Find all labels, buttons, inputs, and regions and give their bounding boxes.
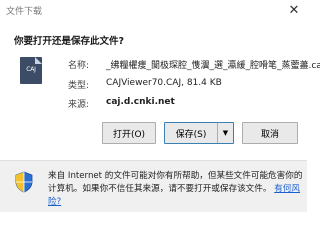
open-button[interactable]: 打开(O) xyxy=(102,122,156,144)
file-type-value: CAJViewer70.CAJ, 81.4 KB xyxy=(106,78,222,88)
name-label: 名称: xyxy=(68,61,90,71)
save-button[interactable]: 保存(S) ▼ xyxy=(164,122,234,144)
download-question: 你要打开还是保存此文件? xyxy=(14,36,125,47)
window-title: 文件下载 xyxy=(6,7,43,17)
file-source-value: caj.d.cnki.net xyxy=(106,97,175,107)
type-label: 类型: xyxy=(68,81,90,91)
cancel-button[interactable]: 取消 xyxy=(242,122,298,144)
security-shield-icon xyxy=(15,171,33,193)
file-name-value: _绋糧欋痩_閬极琛腔_愯瀷_選_瀛緩_腔嗗笔_蒸藌藎.caj xyxy=(106,61,320,71)
security-warning: 来自 Internet 的文件可能对你有所帮助，但某些文件可能危害你的计算机。如… xyxy=(48,170,303,209)
open-button-label: 打开(O) xyxy=(112,129,146,140)
close-button[interactable]: ✕ xyxy=(281,0,307,20)
security-warning-text: 来自 Internet 的文件可能对你有所帮助，但某些文件可能危害你的计算机。如… xyxy=(48,171,303,194)
save-dropdown-arrow[interactable]: ▼ xyxy=(217,123,233,143)
cancel-button-label: 取消 xyxy=(260,129,279,140)
title-bar: 文件下载 ✕ xyxy=(0,0,307,22)
page-fold xyxy=(35,57,42,64)
caj-file-icon: CAJ xyxy=(20,57,42,84)
source-label: 来源: xyxy=(68,100,90,110)
file-icon-label: CAJ xyxy=(26,66,36,73)
save-button-label: 保存(S) xyxy=(175,129,207,140)
